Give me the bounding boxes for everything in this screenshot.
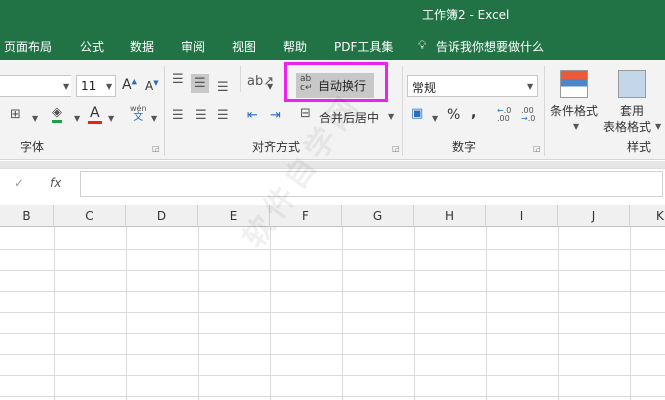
align-left-icon[interactable]: ☰ — [172, 108, 184, 123]
window-title: 工作簿2 - Excel — [422, 8, 510, 22]
tab-help[interactable]: 帮助 — [283, 38, 307, 55]
chevron-down-icon[interactable]: ▼ — [32, 114, 38, 123]
column-gridline — [630, 227, 631, 400]
conditional-format-button[interactable]: 条件格式 — [550, 102, 598, 119]
tab-page-layout[interactable]: 页面布局 — [4, 38, 52, 55]
chevron-down-icon[interactable]: ▼ — [108, 114, 114, 123]
ribbon-tabs: 页面布局 公式 数据 审阅 视图 帮助 PDF工具集 💡︎ 告诉我你想要做什么 — [0, 30, 665, 60]
dialog-launcher-icon[interactable]: ◲ — [152, 144, 160, 153]
conditional-format-icon — [560, 70, 588, 98]
tab-data[interactable]: 数据 — [130, 38, 154, 55]
column-header[interactable]: G — [342, 205, 414, 227]
column-header[interactable]: I — [486, 205, 558, 227]
row-gridline — [0, 270, 665, 271]
chevron-down-icon[interactable]: ▼ — [151, 114, 157, 123]
percent-button[interactable]: % — [447, 107, 460, 123]
font-group-label: 字体 — [20, 140, 45, 154]
chevron-down-icon[interactable]: ▼ — [655, 122, 661, 131]
font-color-icon[interactable]: A — [88, 105, 102, 124]
align-bottom-icon[interactable]: ☰ — [217, 80, 229, 95]
borders-icon[interactable]: ⊞ — [10, 107, 21, 122]
row-gridline — [0, 249, 665, 250]
tab-view[interactable]: 视图 — [232, 38, 256, 55]
table-format-line1[interactable]: 套用 — [620, 102, 644, 119]
comma-button[interactable]: , — [471, 105, 476, 121]
lightbulb-icon: 💡︎ — [418, 38, 427, 52]
chevron-down-icon[interactable]: ▼ — [388, 112, 394, 121]
column-header[interactable]: D — [126, 205, 198, 227]
column-gridline — [270, 227, 271, 400]
accounting-format-icon[interactable]: ▣ — [411, 106, 423, 121]
column-header[interactable]: C — [54, 205, 126, 227]
chevron-down-icon[interactable]: ▼ — [63, 82, 69, 91]
title-bar: 工作簿2 - Excel — [0, 0, 665, 30]
dialog-launcher-icon[interactable]: ◲ — [392, 144, 400, 153]
decrease-indent-icon[interactable]: ⇤ — [247, 108, 258, 123]
chevron-down-icon[interactable]: ▼ — [74, 114, 80, 123]
column-gridline — [342, 227, 343, 400]
align-top-icon[interactable]: ☰ — [172, 72, 184, 87]
row-gridline — [0, 333, 665, 334]
increase-decimal-icon[interactable]: ←.0.00 — [497, 107, 511, 123]
column-gridline — [126, 227, 127, 400]
formula-bar: ✓ fx — [0, 168, 665, 198]
row-gridline — [0, 354, 665, 355]
dialog-launcher-icon[interactable]: ◲ — [533, 144, 541, 153]
insert-function-icon[interactable]: fx — [50, 176, 61, 190]
chevron-down-icon[interactable]: ▼ — [267, 82, 273, 91]
column-header[interactable]: J — [558, 205, 630, 227]
column-gridline — [414, 227, 415, 400]
ribbon-gap — [0, 161, 665, 168]
decrease-decimal-icon[interactable]: .00 →.0 — [521, 107, 535, 123]
tab-review[interactable]: 审阅 — [181, 38, 205, 55]
column-header[interactable]: B — [0, 205, 54, 227]
tab-formulas[interactable]: 公式 — [80, 38, 104, 55]
column-gridline — [558, 227, 559, 400]
chevron-down-icon[interactable]: ▼ — [527, 82, 533, 91]
row-gridline — [0, 396, 665, 397]
row-gridline — [0, 375, 665, 376]
number-format-value: 常规 — [412, 81, 437, 95]
align-center-icon[interactable]: ☰ — [195, 108, 207, 123]
align-right-icon[interactable]: ☰ — [217, 108, 229, 123]
number-group-label: 数字 — [452, 140, 477, 154]
number-format-select[interactable]: 常规 — [407, 75, 538, 97]
row-gridline — [0, 291, 665, 292]
tab-pdf-tools[interactable]: PDF工具集 — [334, 38, 393, 55]
column-gridline — [198, 227, 199, 400]
chevron-down-icon[interactable]: ▼ — [573, 122, 579, 131]
column-header[interactable]: H — [414, 205, 486, 227]
row-gridline — [0, 312, 665, 313]
column-gridline — [54, 227, 55, 400]
column-gridline — [486, 227, 487, 400]
tell-me-search[interactable]: 告诉我你想要做什么 — [436, 38, 544, 55]
font-name-select[interactable] — [0, 75, 71, 97]
increase-indent-icon[interactable]: ⇥ — [270, 108, 281, 123]
table-format-icon — [618, 70, 646, 98]
worksheet-grid[interactable]: B C D E F G H I J K — [0, 205, 665, 400]
enter-icon[interactable]: ✓ — [14, 176, 24, 190]
table-format-button[interactable]: 表格格式 — [603, 118, 651, 135]
formula-input[interactable] — [80, 171, 663, 197]
decrease-font-icon[interactable]: A▼ — [145, 79, 159, 93]
phonetic-guide-icon[interactable]: wén 文 — [130, 104, 147, 123]
font-size-value: 11 — [81, 79, 97, 93]
align-middle-icon[interactable]: ☰ — [191, 74, 209, 93]
increase-font-icon[interactable]: A▲ — [122, 77, 137, 93]
styles-group-label: 样式 — [627, 140, 652, 154]
fill-color-icon[interactable]: ◈ — [52, 105, 62, 123]
chevron-down-icon[interactable]: ▼ — [432, 114, 438, 123]
column-header[interactable]: K — [630, 205, 665, 227]
chevron-down-icon[interactable]: ▼ — [106, 82, 112, 91]
